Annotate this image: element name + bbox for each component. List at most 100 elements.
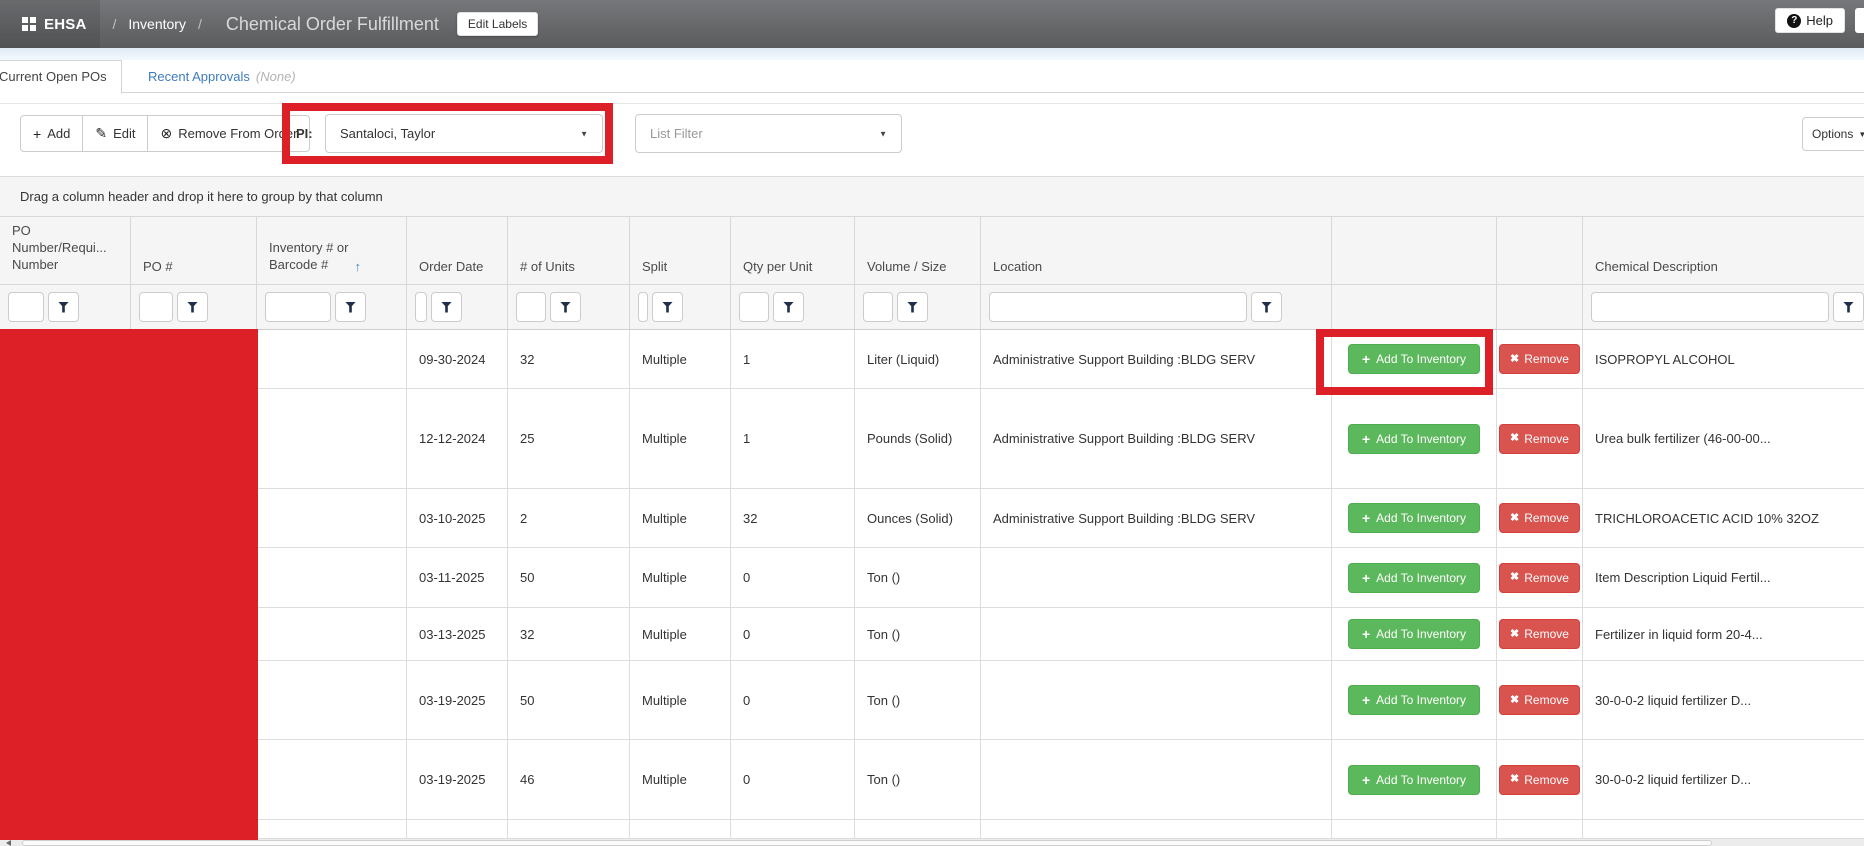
add-to-inventory-button[interactable]: +Add To Inventory: [1348, 685, 1480, 715]
edit-button[interactable]: ✎ Edit: [82, 115, 148, 152]
barcode-filter-button[interactable]: [335, 292, 366, 322]
horizontal-scrollbar-thumb[interactable]: [22, 840, 1712, 846]
breadcrumb-inventory[interactable]: Inventory: [128, 16, 186, 32]
app-window: EHSA / Inventory / Chemical Order Fulfil…: [0, 0, 1864, 846]
add-to-inventory-label: Add To Inventory: [1376, 627, 1466, 641]
column-header-volume-size[interactable]: Volume / Size: [855, 217, 981, 284]
location-filter-button[interactable]: [1251, 292, 1282, 322]
table-row[interactable]: 09-30-2024 32 Multiple 1 Liter (Liquid) …: [0, 330, 1864, 389]
units-filter-button[interactable]: [550, 292, 581, 322]
tab-recent-approvals[interactable]: Recent Approvals (None): [148, 60, 296, 93]
x-icon: ✖: [1510, 774, 1519, 785]
filter-funnel-icon: [441, 302, 452, 313]
po-filter-input[interactable]: [139, 292, 173, 322]
add-to-inventory-label: Add To Inventory: [1376, 571, 1466, 585]
table-row[interactable]: 12-12-2024 25 Multiple 1 Pounds (Solid) …: [0, 389, 1864, 489]
column-header-units[interactable]: # of Units: [508, 217, 630, 284]
remove-from-order-label: Remove From Order: [178, 126, 297, 141]
column-header-location[interactable]: Location: [981, 217, 1332, 284]
table-row[interactable]: 03-19-2025 46 Multiple 0 Ton () +Add To …: [0, 740, 1864, 820]
remove-label: Remove: [1524, 571, 1569, 585]
remove-button[interactable]: ✖ Remove: [1499, 619, 1580, 649]
volume-filter-input[interactable]: [863, 292, 893, 322]
edge-button-partial[interactable]: [1855, 8, 1864, 33]
table-row[interactable]: 03-19-2025 50 Multiple 0 Ton () +Add To …: [0, 661, 1864, 740]
description-filter-input[interactable]: [1591, 292, 1829, 322]
add-button[interactable]: + Add: [20, 115, 83, 152]
app-logo[interactable]: EHSA: [0, 0, 100, 48]
x-icon: ✖: [1510, 354, 1519, 365]
column-header-barcode[interactable]: Inventory # or Barcode #↑: [257, 217, 407, 284]
column-header-po-number[interactable]: PO Number/Requi... Number: [0, 217, 131, 284]
column-header-chemical-description[interactable]: Chemical Description: [1583, 217, 1864, 284]
remove-button[interactable]: ✖Remove: [1499, 563, 1580, 593]
group-by-hint-text: Drag a column header and drop it here to…: [20, 189, 383, 204]
remove-button[interactable]: ✖ Remove: [1499, 344, 1580, 374]
column-header-split[interactable]: Split: [630, 217, 731, 284]
remove-label: Remove: [1524, 352, 1569, 366]
list-filter-dropdown[interactable]: List Filter ▼: [635, 114, 902, 153]
remove-button[interactable]: ✖Remove: [1499, 765, 1580, 795]
filter-funnel-icon: [1843, 302, 1854, 313]
filter-funnel-icon: [187, 302, 198, 313]
column-header-remove-actions: [1497, 217, 1583, 284]
plus-icon: +: [1362, 511, 1370, 525]
remove-button[interactable]: ✖Remove: [1499, 424, 1580, 454]
barcode-filter-input[interactable]: [265, 292, 331, 322]
group-by-drop-zone[interactable]: Drag a column header and drop it here to…: [0, 176, 1864, 216]
edit-labels-button[interactable]: Edit Labels: [457, 12, 538, 36]
volume-filter-button[interactable]: [897, 292, 928, 322]
qty-filter-button[interactable]: [773, 292, 804, 322]
units-filter-input[interactable]: [516, 292, 546, 322]
tab-current-open-pos[interactable]: Current Open POs: [0, 60, 122, 94]
table-row[interactable]: 03-11-2025 50 Multiple 0 Ton () +Add To …: [0, 548, 1864, 608]
circle-x-icon: ⊗: [160, 125, 172, 142]
page-title: Chemical Order Fulfillment: [226, 14, 439, 35]
add-to-inventory-button[interactable]: + Add To Inventory: [1348, 563, 1480, 593]
column-header-qty-per-unit[interactable]: Qty per Unit: [731, 217, 855, 284]
top-header-bar: EHSA / Inventory / Chemical Order Fulfil…: [0, 0, 1864, 48]
table-row[interactable]: 03-10-2025 2 Multiple 32 Ounces (Solid) …: [0, 489, 1864, 548]
column-header-order-date[interactable]: Order Date: [407, 217, 508, 284]
remove-button[interactable]: ✖Remove: [1499, 685, 1580, 715]
split-filter-input[interactable]: [638, 292, 648, 322]
tab-recent-approvals-count: (None): [256, 69, 296, 84]
add-to-inventory-button[interactable]: +Add To Inventory: [1348, 424, 1480, 454]
help-button[interactable]: ? Help: [1775, 8, 1845, 33]
location-filter-input[interactable]: [989, 292, 1247, 322]
split-filter-button[interactable]: [652, 292, 683, 322]
add-to-inventory-button[interactable]: +Add To Inventory: [1348, 619, 1480, 649]
header-divider-strip: [0, 48, 1864, 60]
po-number-filter-button[interactable]: [48, 292, 79, 322]
order-date-filter-input[interactable]: [415, 292, 427, 322]
add-to-inventory-button[interactable]: +Add To Inventory: [1348, 765, 1480, 795]
po-number-filter-input[interactable]: [8, 292, 44, 322]
plus-icon: +: [1362, 571, 1370, 585]
po-filter-button[interactable]: [177, 292, 208, 322]
filter-funnel-icon: [58, 302, 69, 313]
remove-button[interactable]: ✖Remove: [1499, 503, 1580, 533]
add-button-label: Add: [47, 126, 70, 141]
x-icon: ✖: [1510, 695, 1519, 706]
x-icon: ✖: [1510, 513, 1519, 524]
order-date-filter-button[interactable]: [431, 292, 462, 322]
description-filter-button[interactable]: [1833, 292, 1864, 322]
scroll-left-arrow-icon[interactable]: [6, 840, 11, 846]
add-to-inventory-label: Add To Inventory: [1376, 432, 1466, 446]
qty-filter-input[interactable]: [739, 292, 769, 322]
x-icon: ✖: [1510, 629, 1519, 640]
add-to-inventory-button[interactable]: + Add To Inventory: [1348, 503, 1480, 533]
redaction-overlay-po-columns: [0, 329, 258, 840]
tab-recent-approvals-label: Recent Approvals: [148, 69, 250, 84]
horizontal-scrollbar[interactable]: [0, 838, 1864, 846]
column-header-add-actions: [1332, 217, 1497, 284]
column-header-po[interactable]: PO #: [131, 217, 257, 284]
remove-label: Remove: [1524, 627, 1569, 641]
app-logo-text: EHSA: [44, 16, 86, 33]
help-label: Help: [1806, 13, 1833, 28]
filter-funnel-icon: [1261, 302, 1272, 313]
table-row[interactable]: 03-13-2025 32 Multiple 0 Ton () +Add To …: [0, 608, 1864, 661]
add-to-inventory-label: Add To Inventory: [1376, 511, 1466, 525]
breadcrumb-separator: /: [112, 16, 116, 32]
options-button[interactable]: Options ▼: [1802, 117, 1864, 151]
